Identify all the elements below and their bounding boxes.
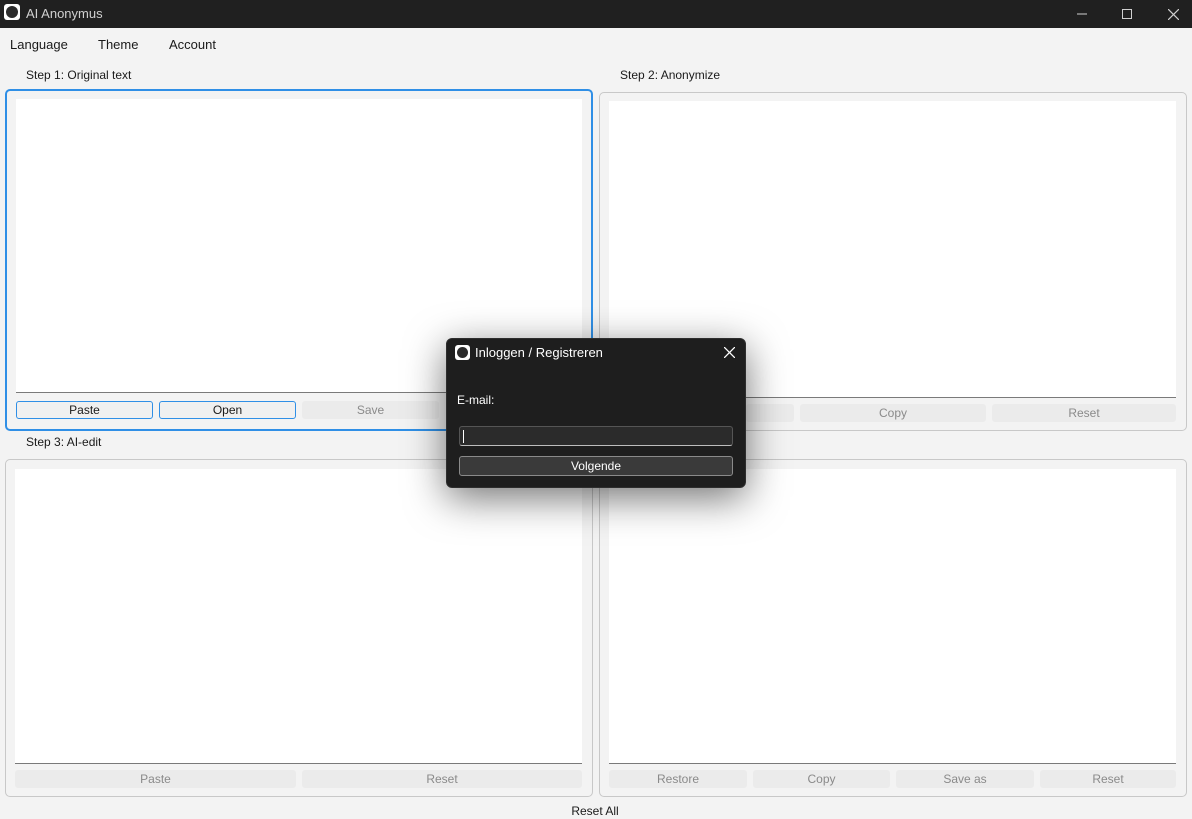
step4-restore-button[interactable]: Restore [609, 770, 747, 788]
step4-copy-button[interactable]: Copy [753, 770, 890, 788]
step3-reset-button[interactable]: Reset [302, 770, 582, 788]
dialog-title: Inloggen / Registreren [475, 345, 603, 360]
menu-account[interactable]: Account [169, 37, 216, 52]
step4-reset-button[interactable]: Reset [1040, 770, 1176, 788]
title-bar: AI Anonymus [0, 0, 1192, 28]
maximize-icon [1122, 9, 1132, 19]
menu-bar: Language Theme Account [0, 28, 1192, 62]
step1-save-button[interactable]: Save [302, 401, 439, 419]
step1-label: Step 1: Original text [26, 68, 132, 82]
app-logo-icon [455, 345, 470, 360]
minimize-button[interactable] [1059, 0, 1105, 28]
step2-label: Step 2: Anonymize [620, 68, 721, 82]
step3-paste-button[interactable]: Paste [15, 770, 296, 788]
app-logo-icon [4, 4, 20, 20]
step2-reset-button[interactable]: Reset [992, 404, 1176, 422]
close-icon [723, 346, 735, 358]
email-input[interactable] [459, 426, 733, 446]
window-title: AI Anonymus [26, 6, 103, 21]
step2-anonymize-button[interactable] [746, 404, 794, 422]
reset-all-button[interactable]: Reset All [560, 804, 630, 818]
step2-copy-button[interactable]: Copy [800, 404, 986, 422]
next-button[interactable]: Volgende [459, 456, 733, 476]
login-dialog: Inloggen / Registreren E-mail: Volgende [446, 338, 746, 488]
step4-save-as-button[interactable]: Save as [896, 770, 1034, 788]
step3-label: Step 3: AI-edit [26, 435, 102, 449]
minimize-icon [1077, 13, 1087, 15]
menu-theme[interactable]: Theme [98, 37, 138, 52]
step3-text-area[interactable] [15, 469, 582, 764]
text-caret [463, 430, 464, 443]
close-icon [1167, 8, 1179, 20]
step1-open-button[interactable]: Open [159, 401, 296, 419]
step1-paste-button[interactable]: Paste [16, 401, 153, 419]
email-label: E-mail: [457, 393, 495, 407]
step4-text-area[interactable] [609, 469, 1176, 764]
close-window-button[interactable] [1150, 0, 1192, 28]
menu-language[interactable]: Language [10, 37, 68, 52]
maximize-button[interactable] [1104, 0, 1150, 28]
dialog-close-button[interactable] [719, 342, 739, 362]
